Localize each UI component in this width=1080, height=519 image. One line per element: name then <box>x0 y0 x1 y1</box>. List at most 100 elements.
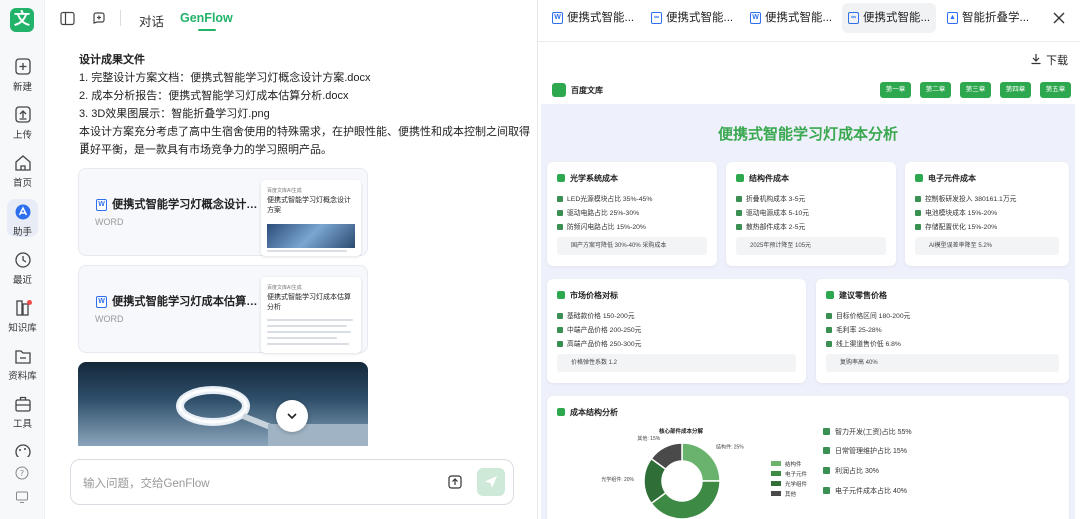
app-logo[interactable]: 文 <box>10 8 34 32</box>
thumbnail-source: 百度文库AI生成 <box>267 285 302 291</box>
chapter-button[interactable]: 第四章 <box>1000 82 1031 98</box>
legend-swatch <box>771 471 781 476</box>
thumbnail-text-line <box>267 343 349 345</box>
preview-tab-label: 智能折叠学... <box>962 12 1030 24</box>
sidebar-item-assistant[interactable]: 助手 <box>0 203 45 238</box>
card-note: AI模型误差率降至 5.2% <box>915 237 1059 255</box>
cost-item: 利润占比 30% <box>823 466 879 476</box>
sidebar-toggle-icon[interactable] <box>60 11 75 26</box>
bulb-icon <box>557 174 565 182</box>
sidebar-item-new[interactable]: 新建 <box>0 58 45 93</box>
sidebar-item-label: 首页 <box>12 178 32 189</box>
link-icon: ∞ <box>651 11 662 24</box>
preview-tab[interactable]: W 便携式智能... <box>750 5 832 31</box>
card-item: 高端产品价格 250-300元 <box>557 338 641 348</box>
pie-label: 其他: 15% <box>637 435 660 442</box>
sidebar-item-label: 资料库 <box>8 371 37 382</box>
help-icon[interactable]: ? <box>15 466 29 480</box>
sidebar-item-home[interactable]: 首页 <box>0 154 45 189</box>
image-icon: ▲ <box>947 11 958 24</box>
card-item: 防频闪电路占比 15%-20% <box>557 221 646 231</box>
bullet-icon <box>915 195 921 202</box>
sidebar-item-label: 上传 <box>12 130 32 141</box>
card-item: 驱动电源成本 5-10元 <box>736 207 809 217</box>
send-button[interactable] <box>477 468 505 496</box>
svg-text:?: ? <box>20 469 24 478</box>
chart-line-icon <box>826 291 834 299</box>
sidebar-item-upload[interactable]: 上传 <box>0 106 45 141</box>
preview-tab[interactable]: W 便携式智能... <box>552 5 634 31</box>
chip-icon <box>915 174 923 182</box>
card-item: 目标价格区间 180-200元 <box>826 310 910 320</box>
card-title: 光学系统成本 <box>557 173 618 184</box>
cost-item: 日常管理维护占比 15% <box>823 446 907 456</box>
sidebar-item-knowledge[interactable]: 知识库 <box>0 299 45 334</box>
file-title: 便携式智能学习灯成本估算分析 <box>112 296 262 308</box>
bullet-icon <box>823 487 830 494</box>
toolbox-icon <box>14 396 31 412</box>
legend-swatch <box>771 461 781 466</box>
close-icon[interactable] <box>1052 11 1066 25</box>
message-list-item: 1. 完整设计方案文档：便携式智能学习灯概念设计方案.docx <box>79 72 371 84</box>
doc-logo-icon <box>552 83 566 97</box>
cube-icon <box>736 174 744 182</box>
upload-file-icon[interactable] <box>447 474 463 490</box>
bullet-icon <box>826 340 832 347</box>
cost-card: 光学系统成本 LED光源模块占比 35%-45% 驱动电路占比 25%-30% … <box>547 162 717 266</box>
sidebar-item-label: 助手 <box>12 227 32 238</box>
pricing-card: 市场价格对标 基础款价格 150-200元 中端产品价格 200-250元 高端… <box>547 279 806 383</box>
card-item: 基础款价格 150-200元 <box>557 310 635 320</box>
download-icon <box>1031 54 1041 65</box>
chapter-button[interactable]: 第五章 <box>1040 82 1071 98</box>
card-title: 建议零售价格 <box>826 290 887 301</box>
file-card[interactable]: W 便携式智能学习灯成本估算分析 WORD 百度文库AI生成 便携式智能学习灯成… <box>78 265 368 353</box>
pie-label: 光学组件: 20% <box>601 476 634 483</box>
card-title: 市场价格对标 <box>557 290 618 301</box>
chat-panel: 对话 GenFlow 设计成果文件 1. 完整设计方案文档：便携式智能学习灯概念… <box>45 0 538 519</box>
device-icon[interactable] <box>15 490 29 504</box>
preview-tab-label: 便携式智能... <box>666 12 734 24</box>
thumbnail-image <box>267 224 355 248</box>
pie-slice-结构件 <box>681 442 721 482</box>
doc-brand: 百度文库 <box>571 86 603 95</box>
card-item: 电池模块成本 15%-20% <box>915 207 997 217</box>
preview-tab[interactable]: ∞ 便携式智能... <box>651 5 733 31</box>
chapter-button[interactable]: 第二章 <box>920 82 951 98</box>
card-item: 中端产品价格 200-250元 <box>557 324 641 334</box>
card-item: 控制板研发投入 380161.1万元 <box>915 193 1016 203</box>
card-note: 2025年预计降至 105元 <box>736 237 886 255</box>
chat-input[interactable]: 输入问题，交给GenFlow <box>83 475 210 491</box>
cost-card: 电子元件成本 控制板研发投入 380161.1万元 电池模块成本 15%-20%… <box>905 162 1069 266</box>
download-label: 下载 <box>1046 55 1068 67</box>
send-icon <box>485 476 497 488</box>
scroll-down-button[interactable] <box>276 400 308 432</box>
file-thumbnail: 百度文库AI生成 便携式智能学习灯成本估算分析 <box>261 277 361 353</box>
preview-tab[interactable]: ∞ 便携式智能... <box>848 5 930 31</box>
bullet-icon <box>557 223 563 230</box>
lamp-render-image[interactable] <box>78 362 368 446</box>
file-title: 便携式智能学习灯概念设计方案 <box>112 199 262 211</box>
legend-item: 光学组件 <box>771 480 807 488</box>
folder-icon <box>14 350 31 364</box>
new-chat-icon[interactable] <box>91 11 107 26</box>
sidebar-item-tools[interactable]: 工具 <box>0 395 45 430</box>
notification-dot <box>27 300 32 305</box>
chapter-button[interactable]: 第一章 <box>880 82 911 98</box>
word-icon: W <box>552 11 563 24</box>
sidebar-item-label: 最近 <box>12 275 32 286</box>
thumbnail-text-line <box>267 319 353 321</box>
sidebar-item-library[interactable]: 资料库 <box>0 347 45 382</box>
bullet-icon <box>557 326 563 333</box>
sidebar-item-theme[interactable] <box>0 443 45 457</box>
preview-tab-label: 便携式智能... <box>765 12 833 24</box>
sidebar-item-recent[interactable]: 最近 <box>0 251 45 286</box>
file-card[interactable]: W 便携式智能学习灯概念设计方案 WORD 百度文库AI生成 便携式智能学习灯概… <box>78 168 368 256</box>
card-note: 国产方案可降低 30%-40% 采购成本 <box>557 237 707 255</box>
card-item: 毛利率 25-28% <box>826 324 882 334</box>
preview-tab[interactable]: ▲ 智能折叠学... <box>947 5 1029 31</box>
tab-chat[interactable]: 对话 <box>139 11 164 30</box>
bullet-icon <box>557 195 563 202</box>
tab-genflow[interactable]: GenFlow <box>180 11 233 25</box>
chapter-button[interactable]: 第三章 <box>960 82 991 98</box>
word-icon: W <box>750 11 761 24</box>
